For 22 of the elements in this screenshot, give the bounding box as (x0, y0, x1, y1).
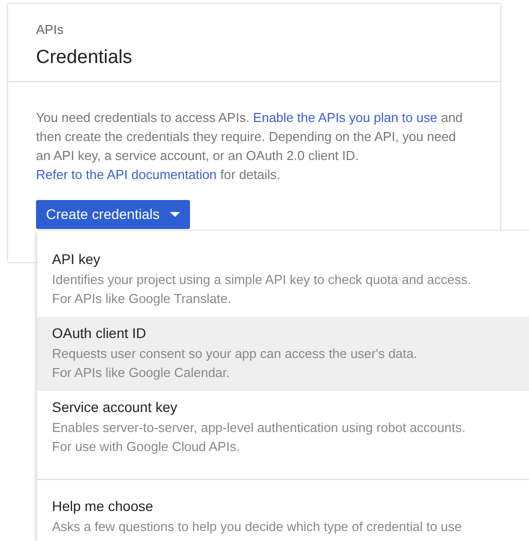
menu-item-description: For APIs like Google Translate. (52, 291, 232, 306)
menu-item-title: Help me choose (52, 497, 154, 516)
menu-item-description: Requests user consent so your app can access the user's data. (52, 346, 418, 361)
menu-item[interactable]: OAuth client ID Requests user consent so your app can access the user's data. For APIs like Google Calendar. (37, 317, 529, 391)
caret-icon (170, 212, 180, 217)
documentation-link[interactable]: Refer to the API documentation (36, 167, 217, 182)
menu-item[interactable]: API key Identifies your project using a simple API key to check quota and access. For APIs like Google Translate. (37, 243, 529, 317)
menu-item-title: Service account key (52, 398, 178, 417)
menu-item-description: Enables server-to-server, app-level authentication using robot accounts. (52, 420, 466, 435)
menu-item-description: Asks a few questions to help you decide which type of credential to use (52, 519, 462, 534)
intro-paragraph: You need credentials to access APIs. Enable the APIs you plan to use and then create the credentials they require. Depending on the API, you need an API key, a service account, or an OAuth 2.0 client ID. Refer to the API documentation for details. (36, 109, 464, 184)
menu-item[interactable]: Help me choose Asks a few questions to help you decide which type of credential to use (37, 490, 529, 541)
create-credentials-button[interactable]: Create credentials (36, 200, 190, 229)
menu-item-description: Identifies your project using a simple API key to check quota and access. (52, 272, 472, 287)
menu-item-description: For APIs like Google Calendar. (52, 365, 230, 380)
menu-item[interactable]: Service account key Enables server-to-server, app-level authentication using robot accounts. For use with Google Cloud APIs. (37, 391, 529, 465)
page-title: Credentials (36, 46, 132, 70)
menu-item-title: OAuth client ID (52, 324, 146, 343)
documentation-link[interactable]: Enable the APIs you plan to use (253, 110, 438, 125)
menu-item-title: API key (52, 250, 100, 269)
section-label: APIs (36, 21, 64, 39)
menu-item-description: For use with Google Cloud APIs. (52, 439, 240, 454)
